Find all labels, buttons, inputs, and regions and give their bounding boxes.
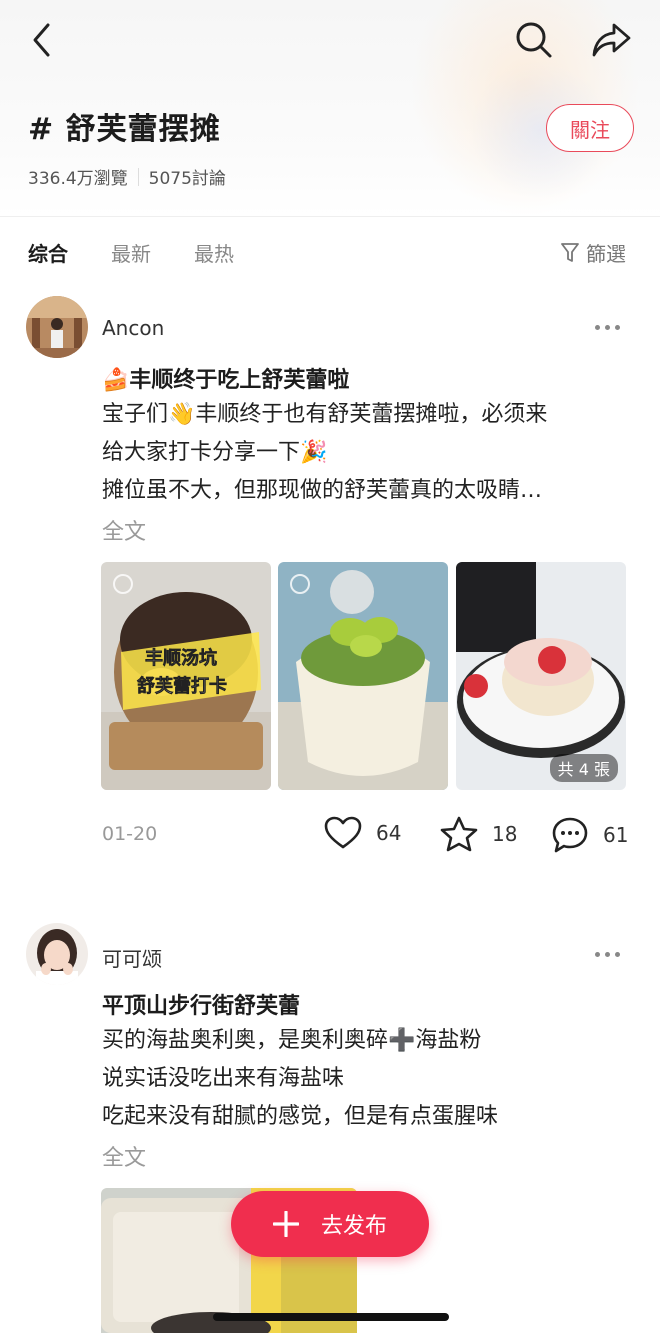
more-dot — [595, 325, 600, 330]
image-overlay-text: 丰顺汤坑 — [145, 647, 217, 669]
avatar-image — [26, 923, 88, 985]
favorite-button[interactable]: 18 — [440, 816, 517, 852]
star-icon — [440, 816, 478, 852]
discussions-count: 5075討論 — [148, 169, 226, 189]
post-body-line: 买的海盐奥利奥，是奥利奥碎➕海盐粉 — [102, 1028, 482, 1053]
post-username[interactable]: 可可颂 — [102, 943, 162, 972]
post-date: 01-20 — [102, 823, 158, 845]
share-icon — [592, 23, 631, 57]
heart-icon — [324, 816, 362, 849]
avatar[interactable] — [26, 296, 88, 358]
search-button[interactable] — [512, 18, 556, 62]
filter-button[interactable]: 篩選 — [560, 238, 626, 267]
plus-icon — [272, 1211, 299, 1237]
comment-count: 61 — [603, 823, 629, 847]
full-text-link[interactable]: 全文 — [102, 514, 146, 546]
more-dot — [615, 325, 620, 330]
stats-separator — [137, 167, 139, 186]
post-body[interactable]: 宝子们👋丰顺终于也有舒芙蕾摆摊啦，必须来 给大家打卡分享一下🎉 摊位虽不大，但那… — [102, 396, 632, 510]
post-title[interactable]: 🍰丰顺终于吃上舒芙蕾啦 — [102, 362, 349, 394]
like-count: 64 — [376, 821, 402, 845]
post-title[interactable]: 平顶山步行街舒芙蕾 — [102, 988, 300, 1020]
more-options-button[interactable] — [595, 952, 620, 957]
funnel-icon — [561, 242, 579, 262]
home-indicator[interactable] — [213, 1313, 449, 1321]
post-body[interactable]: 买的海盐奥利奥，是奥利奥碎➕海盐粉 说实话没吃出来有海盐味 吃起来没有甜腻的感觉… — [102, 1022, 632, 1136]
comment-button[interactable]: 61 — [551, 816, 628, 854]
more-dot — [605, 325, 610, 330]
post-image[interactable]: 丰顺汤坑 舒芙蕾打卡 — [101, 562, 271, 790]
more-options-button[interactable] — [595, 325, 620, 330]
share-button[interactable] — [588, 18, 634, 62]
sort-tabs: 综合 最新 最热 — [28, 238, 234, 267]
filter-label: 篩選 — [586, 242, 626, 266]
tab-latest[interactable]: 最新 — [111, 238, 151, 267]
tab-comprehensive[interactable]: 综合 — [28, 238, 68, 267]
like-button[interactable]: 64 — [324, 816, 401, 850]
chevron-left-icon — [33, 23, 50, 57]
topic-title: # 舒芙蕾摆摊 — [28, 112, 221, 147]
post-image[interactable] — [278, 562, 448, 790]
avatar[interactable] — [26, 923, 88, 985]
post-body-line: 说实话没吃出来有海盐味 — [102, 1066, 345, 1091]
post-username[interactable]: Ancon — [102, 316, 164, 340]
publish-button[interactable]: 去发布 — [231, 1191, 429, 1257]
post-body-line: 宝子们👋丰顺终于也有舒芙蕾摆摊啦，必须来 — [102, 402, 548, 427]
full-text-link[interactable]: 全文 — [102, 1140, 146, 1172]
header-divider — [0, 216, 660, 217]
post-body-line: 吃起来没有甜腻的感觉，但是有点蛋腥味 — [102, 1104, 499, 1129]
souffle-oreo-image: 丰顺汤坑 舒芙蕾打卡 — [101, 562, 271, 790]
post-image[interactable]: 共 4 張 — [456, 562, 626, 790]
avatar-image — [26, 296, 88, 358]
souffle-matcha-image — [278, 562, 448, 790]
image-count-badge: 共 4 張 — [549, 754, 618, 782]
tab-hottest[interactable]: 最热 — [194, 238, 234, 267]
post-body-line: 摊位虽不大，但那现做的舒芙蕾真的太吸睛… — [102, 478, 543, 503]
follow-button[interactable]: 關注 — [546, 104, 634, 152]
back-button[interactable] — [22, 20, 62, 60]
more-dot — [595, 952, 600, 957]
topic-stats: 336.4万瀏覽 5075討論 — [28, 164, 226, 189]
post-body-line: 给大家打卡分享一下🎉 — [102, 440, 328, 465]
favorite-count: 18 — [492, 822, 518, 846]
comment-icon — [552, 817, 588, 853]
publish-label: 去发布 — [320, 1214, 387, 1239]
search-icon — [516, 22, 552, 58]
image-overlay-text: 舒芙蕾打卡 — [137, 675, 227, 697]
views-count: 336.4万瀏覽 — [28, 169, 128, 189]
more-dot — [605, 952, 610, 957]
more-dot — [615, 952, 620, 957]
